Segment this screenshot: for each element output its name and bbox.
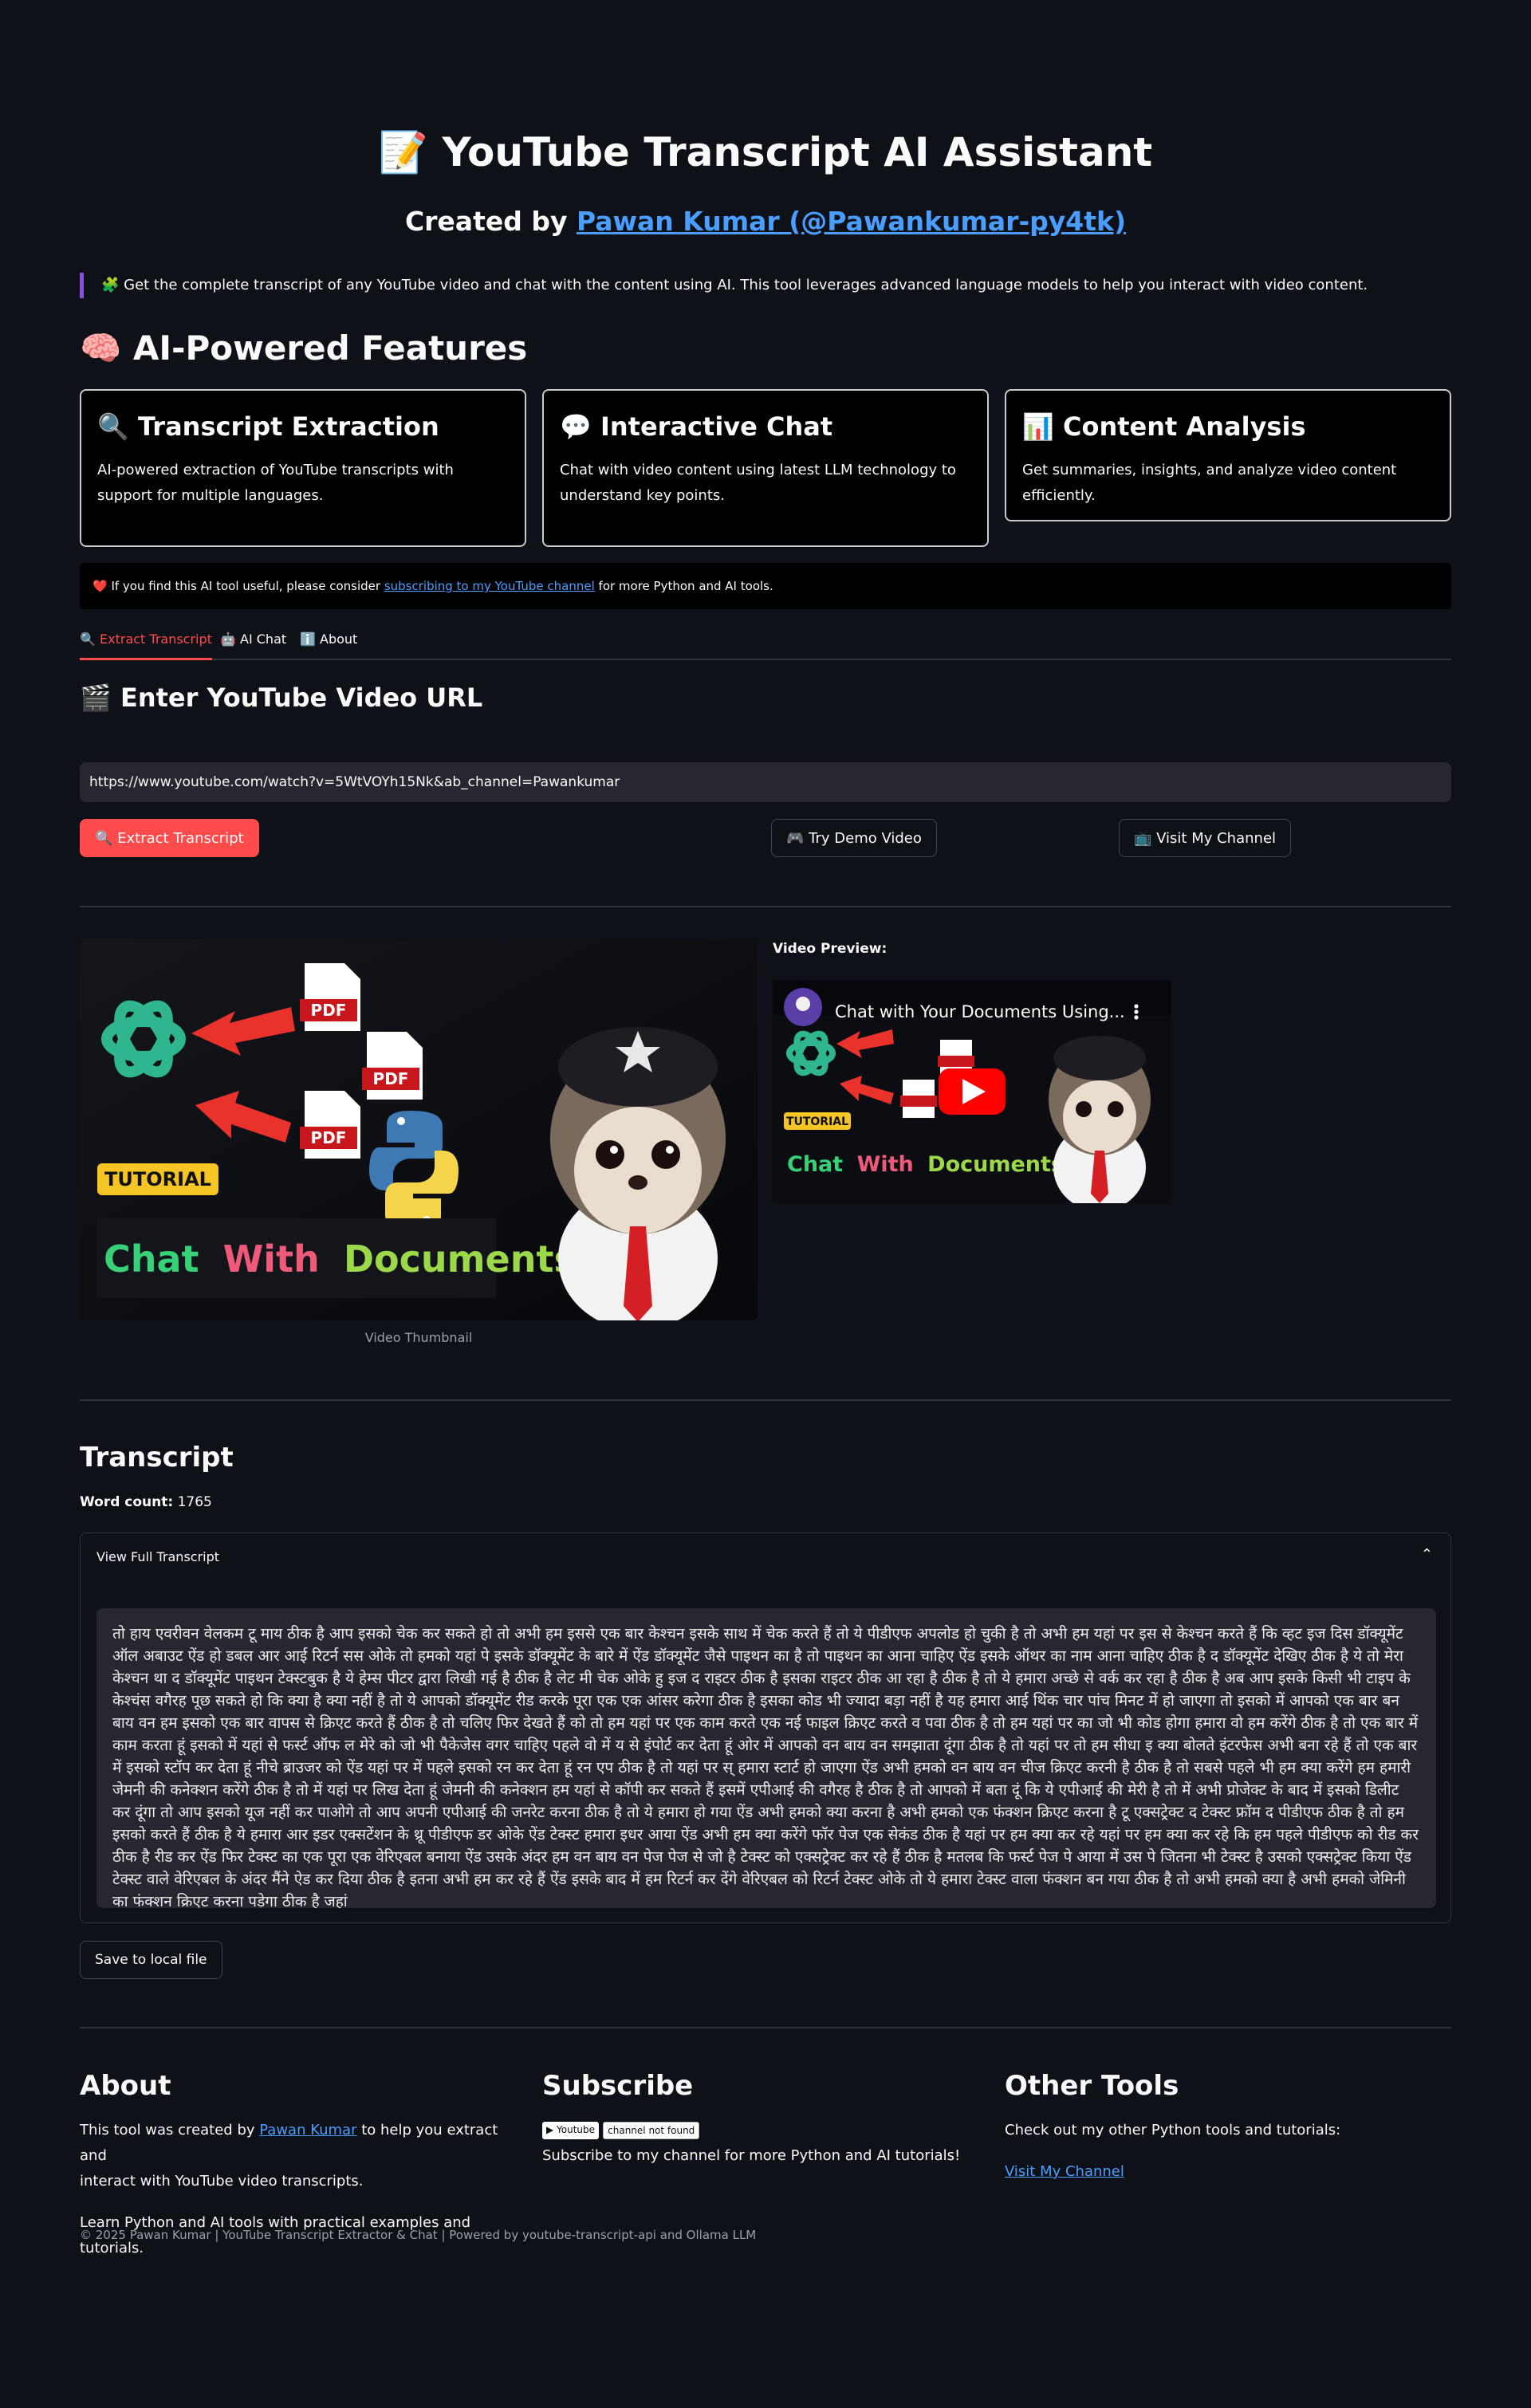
pdf-file-icon: PDF bbox=[300, 1091, 360, 1159]
save-to-file-button[interactable]: Save to local file bbox=[80, 1941, 222, 1979]
pdf-file-icon: PDF bbox=[362, 1032, 423, 1100]
about-prefix: This tool was created by bbox=[80, 2122, 260, 2138]
footer-subscribe-heading: Subscribe bbox=[542, 2070, 694, 2102]
chevron-up-icon[interactable]: ⌃ bbox=[1421, 1546, 1433, 1563]
subscribe-link[interactable]: subscribing to my YouTube channel bbox=[384, 579, 595, 593]
thumbnail-art: PDF PDF PDF TUTORIAL Chat With Documents bbox=[80, 939, 758, 1320]
expander-toggle[interactable]: View Full Transcript bbox=[96, 1549, 219, 1564]
play-button-icon bbox=[939, 1068, 1006, 1115]
svg-text:PDF: PDF bbox=[311, 1128, 347, 1147]
url-heading: 🎬 Enter YouTube Video URL bbox=[80, 683, 483, 713]
tab-extract-transcript[interactable]: 🔍 Extract Transcript bbox=[80, 627, 212, 660]
video-thumbnail: PDF PDF PDF TUTORIAL Chat With Documents bbox=[80, 939, 758, 1320]
author-link[interactable]: Pawan Kumar (@Pawankumar-py4tk) bbox=[577, 206, 1126, 237]
transcript-expander: View Full Transcript ⌃ तो हाय एवरीवन वेल… bbox=[80, 1533, 1451, 1923]
video-player[interactable]: TUTORIAL Chat With Documents Chat with Y… bbox=[773, 980, 1171, 1203]
svg-text:PDF: PDF bbox=[311, 1001, 347, 1020]
created-by: Created by Pawan Kumar (@Pawankumar-py4t… bbox=[0, 206, 1531, 237]
visit-channel-button[interactable]: 📺 Visit My Channel bbox=[1119, 819, 1292, 857]
tab-ai-chat[interactable]: 🤖 AI Chat bbox=[220, 627, 286, 660]
svg-text:TUTORIAL: TUTORIAL bbox=[786, 1115, 848, 1128]
copyright: © 2025 Pawan Kumar | YouTube Transcript … bbox=[80, 2228, 757, 2242]
pdf-file-icon: PDF bbox=[300, 963, 360, 1031]
try-demo-button[interactable]: 🎮 Try Demo Video bbox=[771, 819, 937, 857]
word-count: Word count: 1765 bbox=[80, 1494, 212, 1510]
feature-card-text: Chat with video content using latest LLM… bbox=[560, 462, 956, 504]
pdf-file-icon bbox=[900, 1080, 937, 1118]
hedgehog-mascot-icon bbox=[550, 1027, 726, 1320]
word-count-value: 1765 bbox=[177, 1494, 212, 1510]
hedgehog-mascot-icon bbox=[1049, 1036, 1151, 1203]
tools-text: Check out my other Python tools and tuto… bbox=[1005, 2122, 1341, 2138]
app-title: 📝 YouTube Transcript AI Assistant bbox=[378, 129, 1153, 175]
feature-card-title: 📊 Content Analysis bbox=[1022, 411, 1306, 442]
youtube-badge[interactable]: ▶ Youtube channel not found bbox=[542, 2122, 700, 2139]
video-title: Chat with Your Documents Using... bbox=[835, 1002, 1125, 1021]
about-line2: interact with YouTube video transcripts. bbox=[80, 2173, 364, 2190]
youtube-badge-label: ▶ Youtube bbox=[542, 2122, 600, 2139]
footer-tools-heading: Other Tools bbox=[1005, 2070, 1179, 2102]
feature-card-text: AI-powered extraction of YouTube transcr… bbox=[97, 462, 454, 504]
transcript-heading: Transcript bbox=[80, 1442, 234, 1474]
feature-card-title: 💬 Interactive Chat bbox=[560, 411, 833, 442]
about-author-link[interactable]: Pawan Kumar bbox=[259, 2122, 356, 2138]
video-preview-label: Video Preview: bbox=[773, 941, 888, 957]
support-banner: ❤️ If you find this AI tool useful, plea… bbox=[80, 563, 1451, 609]
intro-callout: 🧩 Get the complete transcript of any You… bbox=[80, 273, 1368, 298]
subscribe-text: Subscribe to my channel for more Python … bbox=[542, 2147, 961, 2164]
support-suffix: for more Python and AI tools. bbox=[594, 579, 773, 593]
feature-card-chat: 💬 Interactive Chat Chat with video conte… bbox=[542, 389, 989, 547]
footer-about-heading: About bbox=[80, 2070, 171, 2102]
thumbnail-caption: Video Thumbnail bbox=[364, 1330, 473, 1345]
visit-channel-link[interactable]: Visit My Channel bbox=[1005, 2159, 1124, 2185]
player-art: TUTORIAL Chat With Documents Chat with Y… bbox=[773, 980, 1171, 1203]
created-by-prefix: Created by bbox=[404, 206, 577, 237]
tab-bar: 🔍 Extract Transcript 🤖 AI Chat ℹ️ About bbox=[80, 627, 1451, 660]
transcript-textarea[interactable]: तो हाय एवरीवन वेलकम टू माय ठीक है आप इसक… bbox=[96, 1608, 1436, 1908]
feature-card-title: 🔍 Transcript Extraction bbox=[97, 411, 439, 442]
divider bbox=[80, 906, 1451, 907]
divider bbox=[80, 1399, 1451, 1401]
svg-text:PDF: PDF bbox=[373, 1069, 409, 1088]
divider bbox=[80, 2027, 1451, 2028]
youtube-url-input[interactable] bbox=[80, 762, 1451, 802]
youtube-badge-count: channel not found bbox=[603, 2122, 700, 2139]
feature-card-transcript: 🔍 Transcript Extraction AI-powered extra… bbox=[80, 389, 526, 547]
more-options-icon bbox=[1134, 1004, 1139, 1020]
extract-transcript-button[interactable]: 🔍 Extract Transcript bbox=[80, 819, 259, 857]
support-prefix: ❤️ If you find this AI tool useful, plea… bbox=[92, 579, 384, 593]
features-heading: 🧠 AI-Powered Features bbox=[80, 329, 528, 368]
feature-card-analysis: 📊 Content Analysis Get summaries, insigh… bbox=[1005, 389, 1451, 521]
feature-card-text: Get summaries, insights, and analyze vid… bbox=[1022, 462, 1397, 504]
word-count-label: Word count: bbox=[80, 1494, 174, 1510]
tutorial-text: TUTORIAL bbox=[104, 1168, 211, 1190]
tab-about[interactable]: ℹ️ About bbox=[300, 627, 357, 660]
